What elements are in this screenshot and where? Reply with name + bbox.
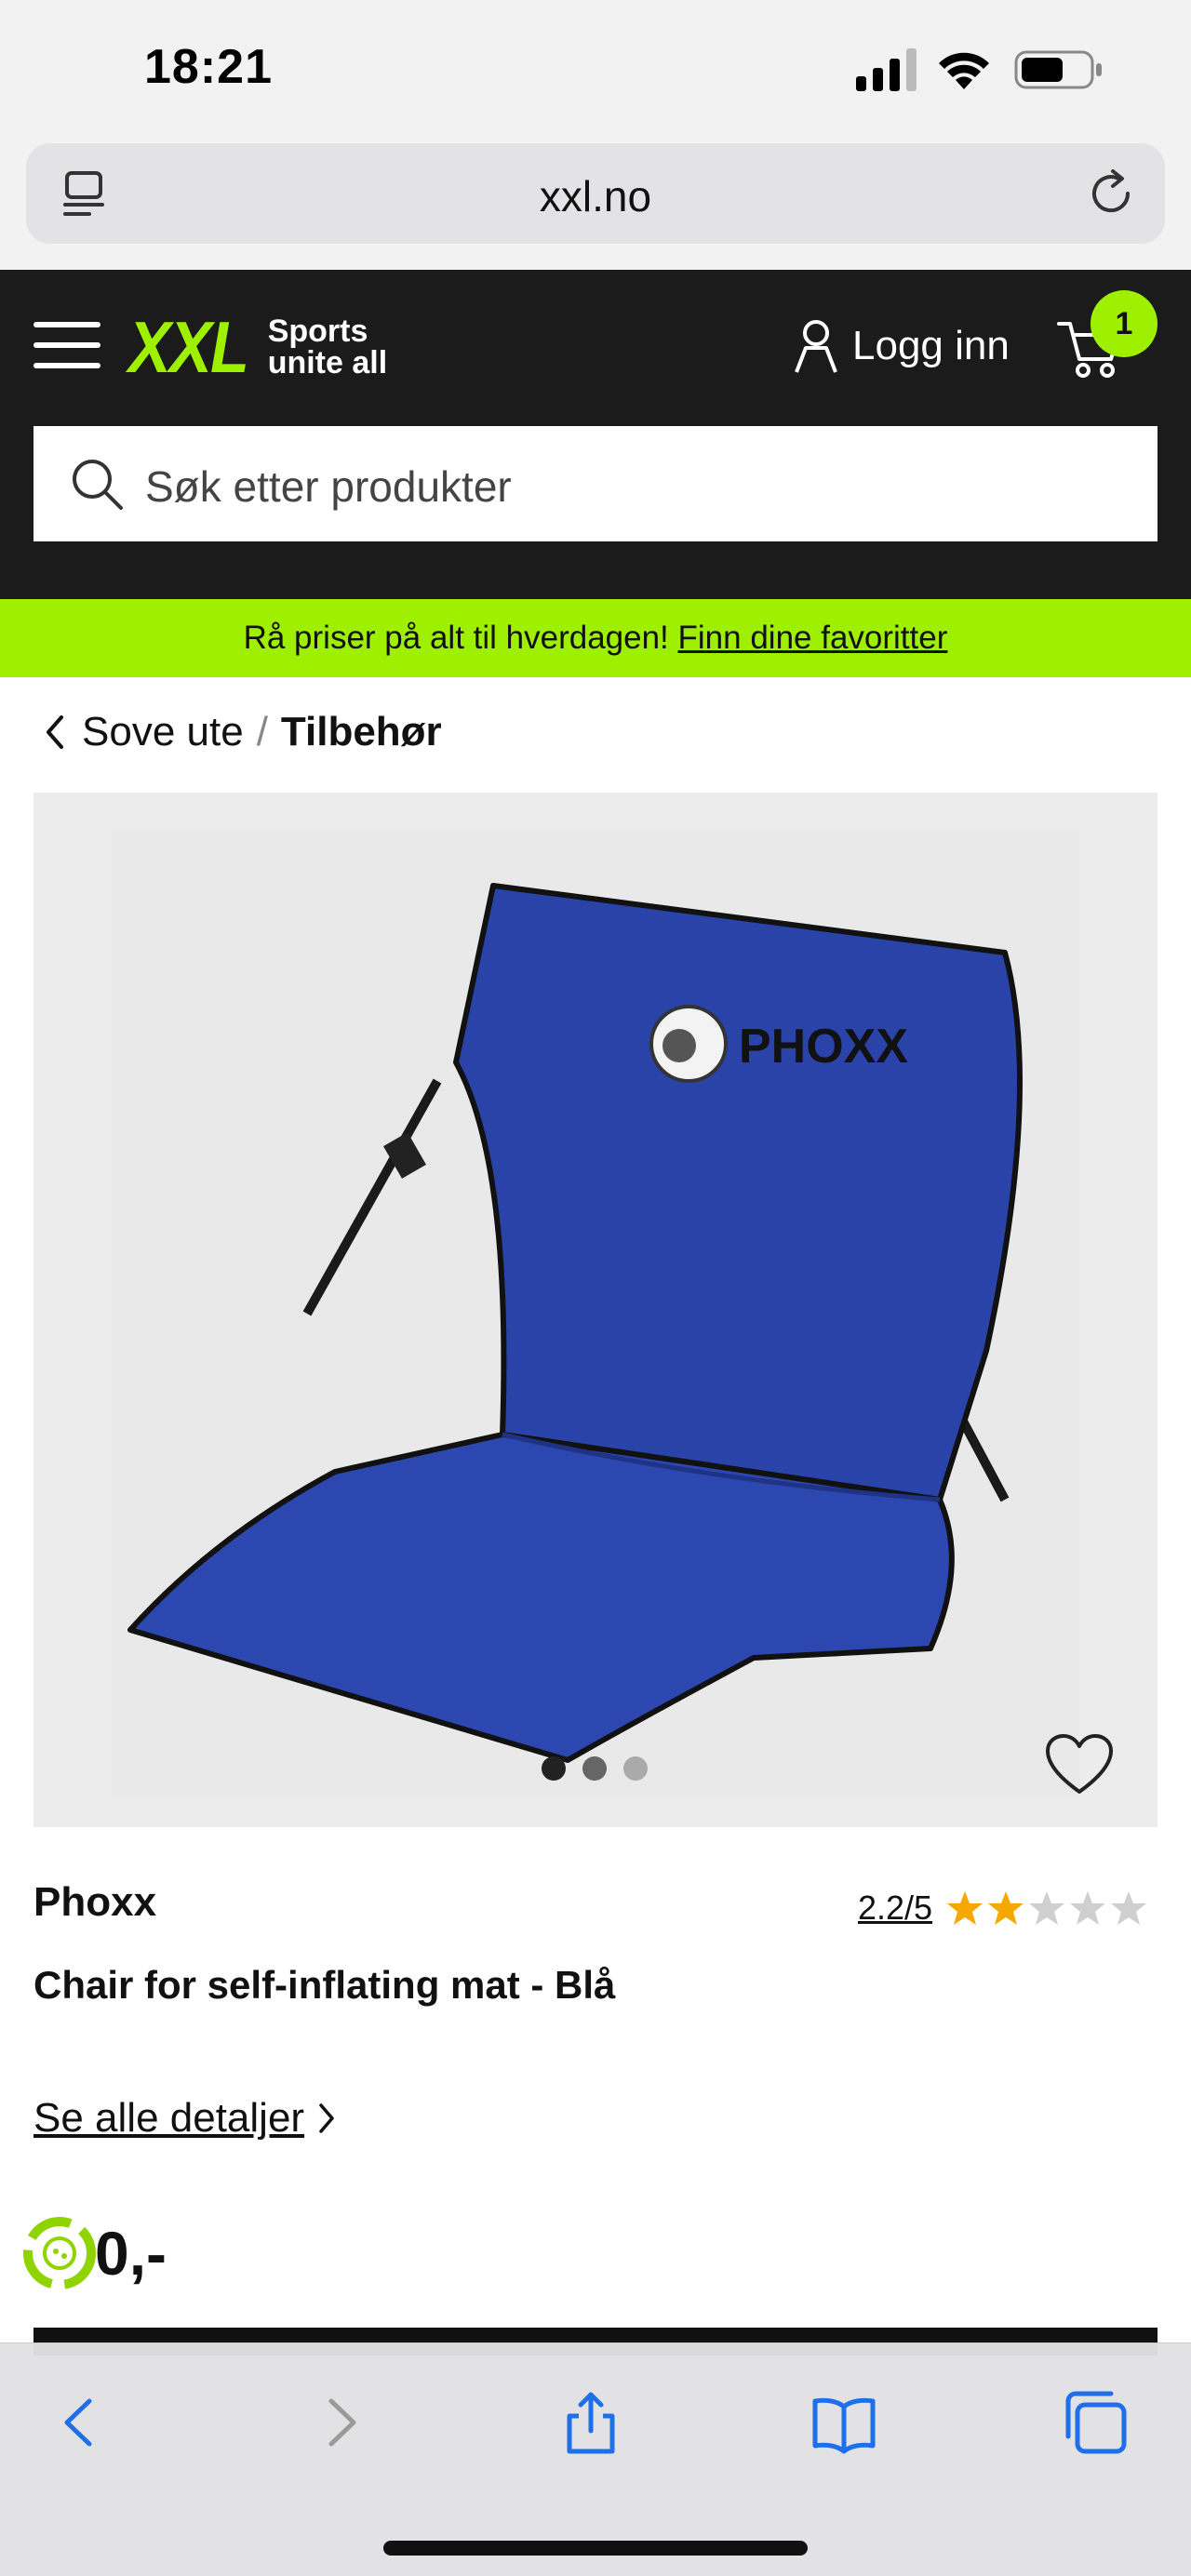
login-button[interactable]: Logg inn <box>793 318 1010 374</box>
wifi-icon <box>939 52 989 89</box>
price-row: 0,- <box>19 2212 167 2294</box>
gallery-dot[interactable] <box>582 1756 607 1781</box>
logo-tagline-line-1: Sports <box>267 314 368 349</box>
breadcrumb-current[interactable]: Tilbehør <box>281 709 442 755</box>
rating-stars <box>943 1889 1148 1928</box>
heart-icon[interactable] <box>1044 1732 1115 1795</box>
browser-url-area: xxl.no <box>0 140 1191 270</box>
site-header: XXL Sports unite all Logg inn 1 Søk ette… <box>0 270 1191 599</box>
promo-text: Rå priser på alt til hverdagen! <box>243 620 678 656</box>
logo-mark: XXL <box>128 305 249 388</box>
cart-count-badge[interactable]: 1 <box>1091 290 1158 357</box>
gallery-pagination[interactable] <box>542 1756 648 1781</box>
breadcrumb-separator: / <box>256 709 268 754</box>
logo-tagline-line-2: unite all <box>267 345 388 380</box>
see-all-details-link[interactable]: Se alle detaljer <box>33 2095 338 2142</box>
product-name: Chair for self-inflating mat - Blå <box>33 1963 616 2007</box>
search-placeholder: Søk etter produkter <box>145 462 512 511</box>
login-label: Logg inn <box>852 323 1010 368</box>
forward-icon[interactable] <box>307 2390 372 2455</box>
logo-tagline: Sports unite all <box>268 315 387 379</box>
back-icon[interactable] <box>48 2390 114 2455</box>
gallery-dot[interactable] <box>542 1756 566 1781</box>
search-icon <box>73 460 123 510</box>
chevron-right-icon <box>319 2103 334 2133</box>
battery-icon <box>1014 50 1102 89</box>
hamburger-menu-icon[interactable] <box>33 320 100 370</box>
xxl-logo[interactable]: XXL Sports unite all <box>128 305 387 389</box>
search-input[interactable]: Søk etter produkter <box>33 426 1158 541</box>
rating-star <box>947 1891 984 1925</box>
rating-star <box>988 1891 1024 1925</box>
tabs-icon[interactable] <box>1063 2390 1128 2455</box>
reload-icon[interactable] <box>1085 167 1137 220</box>
gallery-dot[interactable] <box>623 1756 648 1781</box>
product-image-brand-text: PHOXX <box>739 1020 908 1074</box>
breadcrumb-parent[interactable]: Sove ute <box>82 709 244 755</box>
status-time: 18:21 <box>144 40 273 94</box>
rating-star <box>1070 1891 1106 1925</box>
status-bar: 18:21 <box>0 0 1191 140</box>
url-text[interactable]: xxl.no <box>26 171 1165 221</box>
browser-toolbar <box>0 2342 1191 2576</box>
bookmarks-icon[interactable] <box>811 2390 877 2455</box>
product-price: 0,- <box>95 2219 167 2288</box>
recycle-icon[interactable] <box>19 2212 100 2294</box>
user-icon <box>795 320 837 373</box>
promo-link[interactable]: Finn dine favoritter <box>678 620 948 656</box>
product-gallery[interactable]: PHOXX <box>33 793 1158 1827</box>
breadcrumb: Sove ute / Tilbehør <box>41 709 442 755</box>
product-brand[interactable]: Phoxx <box>33 1879 156 1926</box>
url-bar[interactable]: xxl.no <box>26 143 1165 244</box>
chevron-left-icon[interactable] <box>41 712 69 753</box>
product-rating[interactable]: 2.2/5 <box>858 1889 1148 1928</box>
share-icon[interactable] <box>558 2390 623 2455</box>
promo-banner: Rå priser på alt til hverdagen! Finn din… <box>0 599 1191 677</box>
product-image[interactable]: PHOXX <box>112 830 1079 1797</box>
home-indicator <box>383 2541 808 2556</box>
details-link-label: Se alle detaljer <box>33 2095 305 2141</box>
rating-star <box>1029 1891 1065 1925</box>
rating-star <box>1111 1891 1147 1925</box>
rating-text[interactable]: 2.2/5 <box>858 1889 932 1928</box>
signal-icon <box>856 48 917 91</box>
